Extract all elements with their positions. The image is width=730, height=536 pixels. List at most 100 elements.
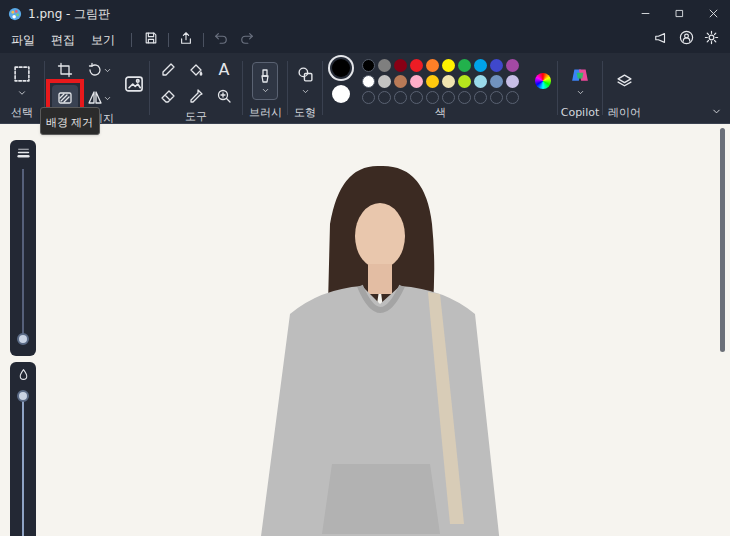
brush-button[interactable] <box>252 62 278 100</box>
chevron-down-icon[interactable] <box>103 66 112 75</box>
custom-color-slot[interactable] <box>394 91 407 104</box>
window-title: 1.png - 그림판 <box>28 5 110 23</box>
ribbon-group: A도구 <box>150 53 242 123</box>
primary-color-slot[interactable] <box>330 57 352 79</box>
eraser-icon[interactable] <box>160 88 176 104</box>
ribbon-group: 선택 <box>0 53 44 123</box>
flip-icon[interactable] <box>87 90 103 106</box>
ribbon-group: 도형 <box>288 53 322 123</box>
layers-icon[interactable] <box>616 73 633 90</box>
color-swatch[interactable] <box>442 59 455 72</box>
menu-item[interactable]: 보기 <box>85 31 121 49</box>
menu-item[interactable]: 편집 <box>45 31 81 49</box>
text-tool[interactable]: A <box>219 62 230 78</box>
slider-track[interactable] <box>22 169 24 342</box>
custom-color-slot[interactable] <box>426 91 439 104</box>
slider-thumb[interactable] <box>17 333 29 345</box>
slider-thumb[interactable] <box>17 390 29 402</box>
color-swatch[interactable] <box>378 75 391 88</box>
slider-fill <box>22 396 24 536</box>
color-swatch[interactable] <box>458 75 471 88</box>
shapes-icon[interactable] <box>297 66 314 83</box>
custom-color-slot[interactable] <box>506 91 519 104</box>
slider-track[interactable] <box>22 391 24 536</box>
pencil-icon[interactable] <box>160 62 176 78</box>
slider-card <box>10 140 36 356</box>
magnifier-icon[interactable] <box>216 88 232 104</box>
custom-color-slot[interactable] <box>442 91 455 104</box>
rotate-icon[interactable] <box>87 62 103 78</box>
secondary-color[interactable] <box>332 85 350 103</box>
selection-icon[interactable] <box>12 64 32 84</box>
canvas[interactable] <box>0 123 730 536</box>
color-swatch[interactable] <box>474 75 487 88</box>
custom-color-slot[interactable] <box>410 91 423 104</box>
crop-icon[interactable] <box>57 62 73 78</box>
color-swatch[interactable] <box>378 59 391 72</box>
custom-color-slot[interactable] <box>474 91 487 104</box>
group-label: 레이어 <box>603 105 645 123</box>
color-swatch[interactable] <box>490 75 503 88</box>
color-swatch[interactable] <box>426 59 439 72</box>
megaphone-icon[interactable] <box>654 31 668 45</box>
fill-bucket-icon[interactable] <box>188 62 204 78</box>
custom-color-slot[interactable] <box>362 91 375 104</box>
chevron-down-icon[interactable] <box>301 87 310 96</box>
maximize-icon[interactable] <box>674 8 685 19</box>
color-swatch[interactable] <box>506 59 519 72</box>
ribbon-group: Copilot <box>558 53 602 123</box>
chevron-down-icon[interactable] <box>17 88 27 98</box>
primary-color[interactable] <box>332 59 350 77</box>
opacity-drop-icon <box>17 368 30 381</box>
brush-icon[interactable] <box>257 68 273 84</box>
color-swatch[interactable] <box>362 75 375 88</box>
minimize-icon[interactable] <box>640 8 651 19</box>
color-swatch[interactable] <box>442 75 455 88</box>
custom-color-slot[interactable] <box>378 91 391 104</box>
color-swatch[interactable] <box>362 59 375 72</box>
color-swatch[interactable] <box>490 59 503 72</box>
color-swatch[interactable] <box>474 59 487 72</box>
group-label: 선택 <box>0 105 44 123</box>
color-swatch[interactable] <box>410 59 423 72</box>
group-label: 브러시 <box>243 105 287 123</box>
group-label: Copilot <box>558 105 602 123</box>
redo-icon <box>240 31 254 45</box>
secondary-color-slot[interactable] <box>330 83 352 105</box>
color-swatch[interactable] <box>458 59 471 72</box>
ribbon-group: 레이어 <box>603 53 645 123</box>
color-picker-icon[interactable] <box>188 88 204 104</box>
title-bar: 1.png - 그림판 <box>0 0 730 27</box>
color-swatch[interactable] <box>506 75 519 88</box>
ribbon-group: 이미지배경 제거 <box>45 53 149 123</box>
share-icon[interactable] <box>179 31 193 45</box>
chevron-down-icon[interactable] <box>576 88 585 97</box>
copilot-icon[interactable] <box>571 66 589 84</box>
menu-bar: 파일편집보기 <box>0 27 730 53</box>
ribbon-group: 브러시 <box>243 53 287 123</box>
color-swatch[interactable] <box>394 59 407 72</box>
close-icon[interactable] <box>708 8 719 19</box>
undo-icon <box>214 31 228 45</box>
tooltip-text: 배경 제거 <box>46 116 94 129</box>
color-swatch[interactable] <box>410 75 423 88</box>
menu-item[interactable]: 파일 <box>5 31 41 49</box>
color-swatch[interactable] <box>394 75 407 88</box>
ribbon-group: 색 <box>323 53 557 123</box>
custom-color-slot[interactable] <box>490 91 503 104</box>
color-swatch[interactable] <box>426 75 439 88</box>
chevron-down-icon[interactable] <box>261 86 270 95</box>
color-palette <box>362 59 519 104</box>
chevron-down-icon[interactable] <box>103 94 112 103</box>
group-label: 도형 <box>288 105 322 123</box>
settings-gear-icon[interactable] <box>704 30 719 45</box>
background-removal-icon[interactable] <box>57 90 73 106</box>
ribbon-expand-icon[interactable] <box>711 106 722 117</box>
color-wheel-icon[interactable] <box>535 73 551 89</box>
save-icon[interactable] <box>144 31 158 45</box>
scrollbar-thumb[interactable] <box>720 128 725 352</box>
custom-color-slot[interactable] <box>458 91 471 104</box>
account-icon[interactable] <box>679 30 694 45</box>
vertical-scrollbar[interactable] <box>720 128 725 536</box>
image-generator-icon[interactable] <box>124 74 144 94</box>
